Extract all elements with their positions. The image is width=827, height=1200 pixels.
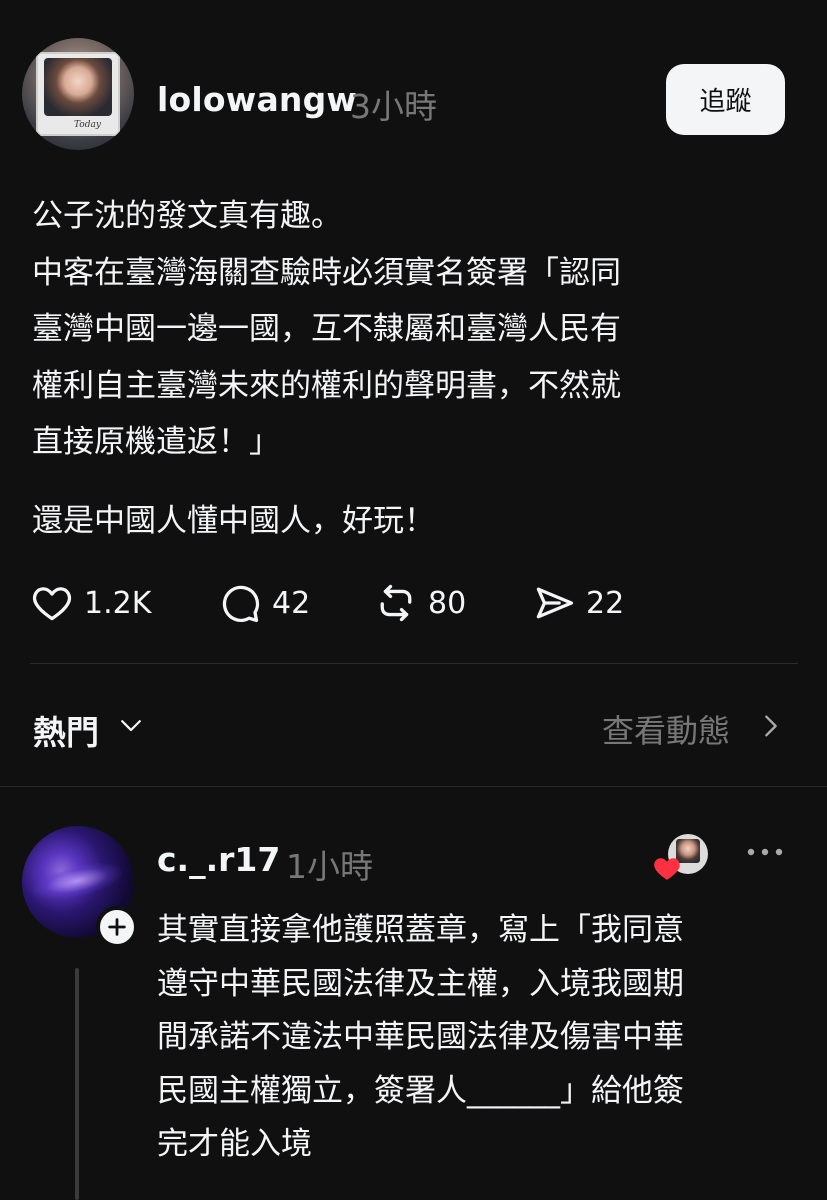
follow-plus-button[interactable] — [96, 906, 138, 948]
like-button[interactable]: 1.2K — [30, 580, 151, 626]
view-activity-link[interactable]: 查看動態 — [602, 706, 730, 752]
more-options-icon[interactable] — [744, 840, 786, 864]
post-action-bar: 1.2K 42 80 22 — [30, 580, 730, 626]
comment-button[interactable]: 42 — [218, 580, 310, 626]
heart-icon — [32, 587, 72, 621]
plus-icon — [108, 918, 126, 936]
post-paragraph: 還是中國人懂中國人，好玩！ — [32, 502, 435, 539]
avatar-photo — [44, 58, 112, 116]
chevron-down-icon[interactable] — [116, 710, 146, 740]
post-body: 公子沈的發文真有趣。 中客在臺灣海關查驗時必須實名簽署「認同 臺灣中國一邊一國，… — [32, 188, 792, 571]
post-paragraph: 公子沈的發文真有趣。 中客在臺灣海關查驗時必須實名簽署「認同 臺灣中國一邊一國，… — [32, 198, 621, 460]
send-icon — [536, 587, 574, 619]
follow-button[interactable]: 追蹤 — [666, 64, 785, 135]
reply-username[interactable]: c._.r17 — [157, 840, 280, 879]
post-username[interactable]: lolowangw — [157, 80, 357, 119]
share-button[interactable]: 22 — [532, 580, 624, 626]
sort-dropdown-label[interactable]: 熱門 — [33, 706, 99, 754]
heart-filled-icon — [654, 858, 680, 880]
share-count: 22 — [586, 585, 625, 621]
divider — [30, 663, 798, 664]
post-timestamp: 3小時 — [350, 87, 437, 126]
avatar-caption: Today — [74, 120, 101, 130]
chevron-right-icon[interactable] — [760, 712, 782, 740]
thread-line — [75, 968, 79, 1200]
like-count: 1.2K — [84, 585, 152, 621]
repost-icon — [380, 584, 412, 622]
divider — [0, 786, 827, 787]
comment-count: 42 — [272, 585, 311, 621]
reply-timestamp: 1小時 — [286, 847, 373, 886]
comment-icon — [222, 585, 260, 623]
reply-text: 其實直接拿他護照蓋章，寫上「我同意 遵守中華民國法律及主權，入境我國期 間承諾不… — [157, 912, 684, 1162]
repost-button[interactable]: 80 — [374, 580, 466, 626]
repost-count: 80 — [428, 585, 467, 621]
post-author-avatar[interactable]: Today — [22, 38, 134, 150]
